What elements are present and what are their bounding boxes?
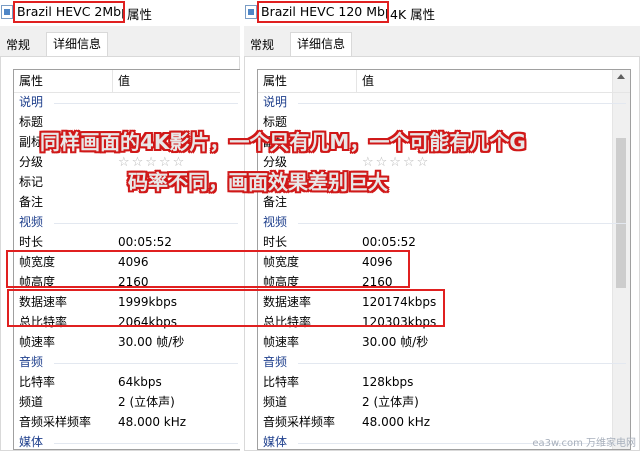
property-name: 频道 — [19, 395, 44, 409]
property-name: 帧速率 — [19, 335, 56, 349]
property-name: 分级 — [19, 155, 44, 169]
property-value: 2 (立体声) — [118, 395, 175, 409]
property-value: 128kbps — [362, 375, 414, 389]
tab-general[interactable]: 常规 — [244, 36, 280, 56]
property-row[interactable]: 备注 — [14, 193, 240, 212]
right-properties-window: Brazil HEVC 120 Mbps 4K 属性 常规 详细信息 属性 值说明… — [244, 0, 640, 451]
right-tab-strip: 常规 详细信息 — [244, 32, 640, 56]
section-label: 媒体 — [19, 435, 44, 449]
property-row[interactable]: 备注 — [258, 193, 630, 212]
list-header: 属性 值 — [14, 70, 240, 93]
section-divider — [298, 223, 626, 224]
section-label: 视频 — [263, 215, 288, 229]
property-value: 48.000 kHz — [362, 415, 431, 429]
property-name: 比特率 — [19, 375, 56, 389]
property-row[interactable]: 帧速率 30.00 帧/秒 — [14, 333, 240, 352]
overlay-caption-line1: 同样画面的4K影片，一个只有几M，一个可能有几个G — [40, 130, 526, 154]
property-row[interactable]: 比特率 64kbps — [14, 373, 240, 392]
section-header[interactable]: 说明 — [14, 93, 240, 112]
section-header[interactable]: 音频 — [258, 353, 630, 372]
section-divider — [54, 103, 238, 104]
property-value: 30.00 帧/秒 — [362, 335, 429, 349]
right-title-filename: Brazil HEVC 120 Mbps — [257, 1, 389, 23]
section-header[interactable]: 视频 — [14, 213, 240, 232]
section-divider — [54, 363, 238, 364]
section-header[interactable]: 音频 — [14, 353, 240, 372]
watermark: ea3w.com 万维家电网 — [532, 438, 636, 449]
property-name: 音频采样频率 — [19, 415, 92, 429]
section-divider — [298, 103, 626, 104]
property-name: 备注 — [19, 195, 44, 209]
property-row[interactable]: 频道 2 (立体声) — [14, 393, 240, 412]
property-row[interactable]: 频道 2 (立体声) — [258, 393, 630, 412]
file-icon — [245, 5, 257, 19]
property-name: 频道 — [263, 395, 288, 409]
highlight-frame-size — [6, 250, 410, 288]
property-name: 音频采样频率 — [263, 415, 336, 429]
file-icon — [1, 5, 13, 19]
property-value: 30.00 帧/秒 — [118, 335, 185, 349]
tab-general[interactable]: 常规 — [0, 36, 36, 56]
right-title-suffix: 4K 属性 — [390, 7, 436, 22]
column-header-value[interactable]: 值 — [118, 70, 130, 92]
left-tab-strip: 常规 详细信息 — [0, 32, 240, 56]
section-header[interactable]: 说明 — [258, 93, 630, 112]
left-title-bar: Brazil HEVC 2Mbps 属性 — [0, 0, 240, 26]
column-separator[interactable] — [112, 70, 113, 92]
property-name: 帧速率 — [263, 335, 300, 349]
left-title-suffix: 属性 — [127, 7, 153, 22]
column-header-property[interactable]: 属性 — [263, 70, 287, 92]
property-value: 64kbps — [118, 375, 162, 389]
tab-details[interactable]: 详细信息 — [46, 32, 109, 56]
property-row[interactable]: 音频采样频率 48.000 kHz — [14, 413, 240, 432]
property-row[interactable]: 比特率 128kbps — [258, 373, 630, 392]
section-divider — [54, 223, 238, 224]
overlay-caption-line2: 码率不同，画面效果差别巨大 — [128, 170, 388, 194]
highlight-bitrate — [7, 289, 445, 327]
section-divider — [298, 363, 626, 364]
left-properties-window: Brazil HEVC 2Mbps 属性 常规 详细信息 属性值说明 标题 副标 分级… — [0, 0, 240, 451]
property-name: 备注 — [263, 195, 288, 209]
column-header-value[interactable]: 值 — [362, 70, 374, 92]
section-header[interactable]: 媒体 — [14, 433, 240, 449]
list-header: 属性 值 — [258, 70, 630, 93]
column-header-property[interactable]: 属性 — [19, 70, 43, 92]
section-header[interactable]: 视频 — [258, 213, 630, 232]
property-name: 标记 — [19, 175, 44, 189]
column-separator[interactable] — [356, 70, 357, 92]
section-label: 说明 — [19, 95, 44, 109]
left-title-filename: Brazil HEVC 2Mbps — [13, 1, 125, 23]
property-row[interactable]: 音频采样频率 48.000 kHz — [258, 413, 630, 432]
section-label: 视频 — [19, 215, 44, 229]
property-value: 2 (立体声) — [362, 395, 419, 409]
right-title-bar: Brazil HEVC 120 Mbps 4K 属性 — [244, 0, 640, 26]
section-divider — [54, 443, 238, 444]
tab-details[interactable]: 详细信息 — [290, 32, 353, 56]
section-label: 媒体 — [263, 435, 288, 449]
property-row[interactable]: 帧速率 30.00 帧/秒 — [258, 333, 630, 352]
property-value: 48.000 kHz — [118, 415, 187, 429]
section-label: 说明 — [263, 95, 288, 109]
section-label: 音频 — [263, 355, 288, 369]
property-name: 比特率 — [263, 375, 300, 389]
section-label: 音频 — [19, 355, 44, 369]
